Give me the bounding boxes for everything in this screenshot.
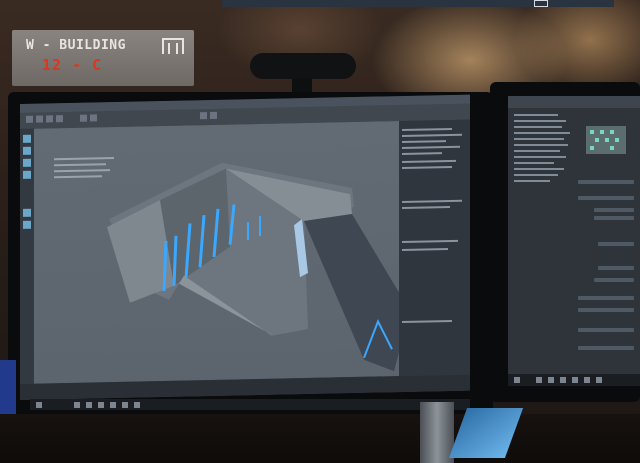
attribute-field — [578, 180, 634, 184]
webcam-mount — [292, 78, 312, 92]
attribute-button — [578, 296, 634, 300]
shelf-tool-icon — [46, 115, 53, 123]
attribute-button — [578, 346, 634, 350]
shelf-tool-icon — [210, 111, 217, 120]
viewport-overlay-text — [54, 155, 134, 197]
photo-scene: W - BUILDING 12 - C — [0, 0, 640, 463]
shelf-tool-icon — [26, 115, 33, 123]
right-outliner-list — [514, 114, 574, 204]
app-toolbox — [20, 128, 34, 384]
right-screen-panels — [508, 96, 640, 374]
attribute-field — [594, 208, 634, 212]
taskbar-app-icon — [122, 402, 128, 408]
attribute-field — [594, 278, 634, 282]
webcam-icon — [250, 53, 356, 79]
taskbar-app-icon — [560, 377, 566, 383]
rotate-tool-icon — [23, 158, 31, 167]
move-tool-icon — [23, 146, 31, 155]
taskbar-app-icon — [548, 377, 554, 383]
monitor-arm-post — [420, 402, 454, 463]
attribute-button — [578, 328, 634, 332]
desk-foreground — [0, 414, 640, 463]
left-screen-3d-app — [20, 94, 470, 400]
scale-tool-icon — [23, 170, 31, 179]
top-window-bar — [222, 0, 614, 7]
model-right-wall — [304, 214, 410, 372]
monitor-arm-blue-bracket — [448, 408, 524, 458]
taskbar-app-icon — [596, 377, 602, 383]
attribute-button — [578, 308, 634, 312]
layout-icon — [23, 208, 31, 217]
window-square-icon — [534, 0, 548, 7]
taskbar-app-icon — [98, 402, 104, 408]
taskbar-app-icon — [74, 402, 80, 408]
attribute-field — [598, 242, 634, 246]
shelf-tool-icon — [80, 114, 87, 122]
sign-line-building: W - BUILDING — [26, 38, 126, 53]
3d-viewport — [34, 121, 410, 384]
taskbar-app-icon — [536, 377, 542, 383]
layout-icon — [23, 220, 31, 229]
shelf-tool-icon — [36, 115, 43, 123]
right-app-header — [508, 96, 640, 108]
shelf-tool-icon — [200, 112, 207, 120]
right-taskbar — [508, 374, 640, 386]
taskbar-app-icon — [86, 402, 92, 408]
shelf-tool-icon — [90, 114, 97, 122]
attribute-field — [578, 196, 634, 200]
sign-line-room: 12 - C — [42, 56, 103, 74]
taskbar-app-icon — [110, 402, 116, 408]
building-logo-icon — [162, 38, 184, 54]
shelf-tool-icon — [56, 115, 63, 123]
start-icon — [36, 402, 42, 408]
taskbar-app-icon — [584, 377, 590, 383]
building-sign: W - BUILDING 12 - C — [12, 30, 194, 86]
taskbar-app-icon — [134, 402, 140, 408]
attribute-field — [594, 216, 634, 220]
taskbar-app-icon — [572, 377, 578, 383]
attribute-field — [598, 266, 634, 270]
blue-device-edge — [0, 360, 16, 420]
monitor-arm — [378, 402, 528, 463]
channel-box-panel — [399, 119, 470, 377]
start-icon — [514, 377, 520, 383]
select-tool-icon — [23, 134, 31, 143]
uv-swatch-grid — [586, 126, 626, 154]
